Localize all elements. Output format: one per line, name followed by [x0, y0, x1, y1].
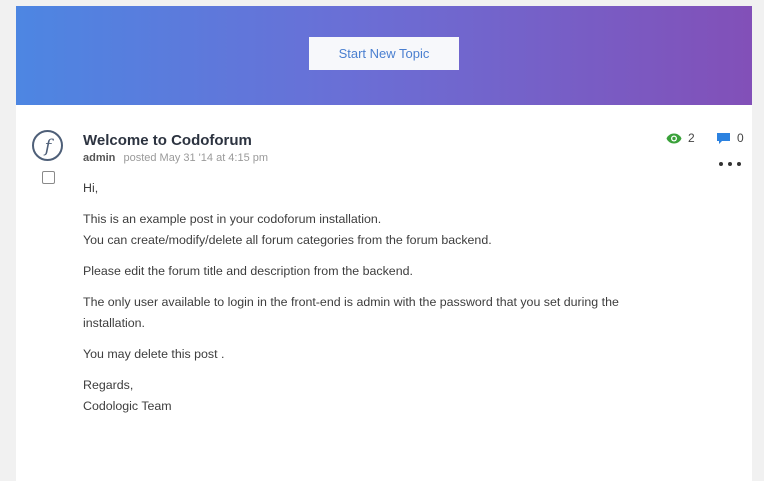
- more-dot: [737, 162, 741, 166]
- post-author[interactable]: admin: [83, 152, 115, 164]
- post-paragraph: You may delete this post .: [83, 347, 225, 361]
- post-body: Hi, This is an example post in your codo…: [83, 178, 673, 427]
- post-meta: admin posted May 31 '14 at 4:15 pm: [83, 152, 268, 164]
- more-options-icon[interactable]: [719, 158, 741, 170]
- post-paragraph: Regards,: [83, 378, 134, 392]
- replies-count: 0: [716, 131, 744, 145]
- post-select-checkbox[interactable]: [42, 171, 55, 184]
- post-date: posted May 31 '14 at 4:15 pm: [123, 152, 269, 164]
- more-dot: [728, 162, 732, 166]
- post-paragraph: Codologic Team: [83, 399, 172, 413]
- post-paragraph: Please edit the forum title and descript…: [83, 264, 413, 278]
- more-dot: [719, 162, 723, 166]
- forum-banner: Start New Topic: [16, 6, 752, 105]
- start-new-topic-button[interactable]: Start New Topic: [309, 37, 459, 70]
- post-paragraph: You can create/modify/delete all forum c…: [83, 233, 492, 247]
- svg-text:f: f: [42, 136, 54, 157]
- codoforum-logo-icon: f: [42, 136, 54, 157]
- author-avatar[interactable]: f: [32, 130, 63, 161]
- views-count: 2: [666, 131, 695, 145]
- replies-count-value: 0: [737, 131, 744, 145]
- eye-icon: [666, 133, 682, 143]
- post-title[interactable]: Welcome to Codoforum: [83, 132, 252, 149]
- views-count-value: 2: [688, 131, 695, 145]
- post-card: f Welcome to Codoforum admin posted May …: [16, 105, 752, 481]
- post-paragraph: This is an example post in your codoforu…: [83, 212, 382, 226]
- post-paragraph: The only user available to login in the …: [83, 295, 619, 330]
- comment-icon: [717, 132, 730, 144]
- post-paragraph: Hi,: [83, 181, 99, 195]
